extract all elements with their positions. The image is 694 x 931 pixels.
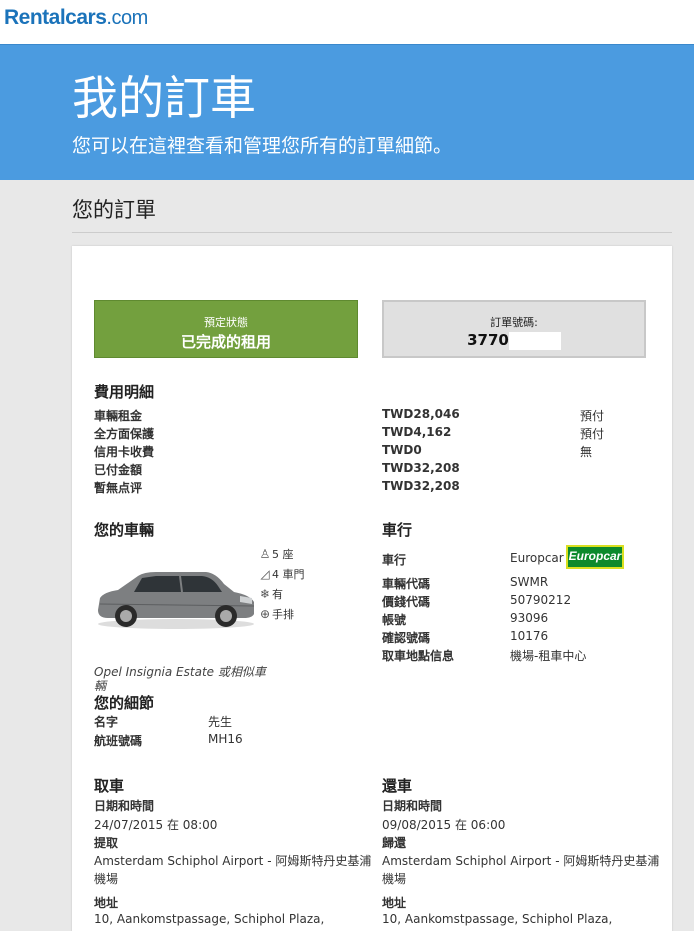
- page-title: 我的訂車: [72, 71, 256, 125]
- vehicle-heading: 您的車輛: [94, 521, 155, 539]
- page-subtitle: 您可以在這裡查看和管理您所有的訂單細節。: [72, 135, 453, 157]
- dropoff-address: 10, Aankomstpassage, Schiphol Plaza,: [382, 912, 613, 926]
- supplier-label: 帳號: [382, 613, 407, 627]
- order-number-redaction: [508, 331, 561, 350]
- pickup-place: Amsterdam Schiphol Airport - 阿姆斯特丹史基浦: [94, 854, 372, 868]
- order-number-box: 訂單號碼: 3770: [382, 300, 646, 358]
- section-divider: [72, 232, 672, 233]
- supplier-value: 50790212: [510, 593, 572, 607]
- rentalcars-logo[interactable]: Rentalcars.com: [4, 6, 148, 30]
- order-number-label: 訂單號碼:: [490, 316, 538, 329]
- car-image: [98, 572, 255, 629]
- section-title: 您的訂單: [72, 198, 156, 222]
- dropoff-place-cont: 機場: [382, 872, 407, 886]
- dropoff-datetime-label: 日期和時間: [382, 799, 443, 813]
- pickup-place-cont: 機場: [94, 872, 119, 886]
- cost-note: 預付: [580, 427, 605, 441]
- order-number-value: 3770: [467, 331, 509, 349]
- pickup-address: 10, Aankomstpassage, Schiphol Plaza,: [94, 912, 325, 926]
- cost-name: 信用卡收費: [94, 445, 155, 459]
- supplier-label: 取車地點信息: [382, 649, 455, 663]
- cost-amount: TWD32,208: [382, 461, 460, 475]
- status-label: 預定狀態: [204, 316, 248, 329]
- booking-status-button[interactable]: 預定狀態 已完成的租用: [94, 300, 358, 358]
- pickup-datetime: 24/07/2015 在 08:00: [94, 818, 218, 832]
- supplier-label: 確認號碼: [382, 631, 431, 645]
- top-bar: Rentalcars.com: [0, 0, 694, 44]
- seats-spec: ♙ 5 座: [259, 547, 294, 561]
- dropoff-address-label: 地址: [382, 896, 407, 910]
- cost-amount: TWD0: [382, 443, 422, 457]
- car-door-icon: ◿: [260, 567, 270, 581]
- detail-label: 名字: [94, 715, 119, 729]
- pickup-datetime-label: 日期和時間: [94, 799, 155, 813]
- person-icon: ♙: [259, 547, 271, 561]
- logo-text: Rentalcars: [4, 6, 107, 29]
- supplier-value: Europcar: [510, 551, 564, 565]
- cost-amount: TWD4,162: [382, 425, 452, 439]
- dropoff-heading: 還車: [382, 777, 413, 795]
- pickup-place-label: 提取: [94, 836, 119, 850]
- details-heading: 您的細節: [94, 694, 155, 712]
- cost-name: 車輛租金: [94, 409, 143, 423]
- cost-amount: TWD28,046: [382, 407, 460, 421]
- supplier-value: 10176: [510, 629, 549, 643]
- transmission-spec: ⊕ 手排: [259, 607, 294, 621]
- cost-note: 預付: [580, 409, 605, 423]
- cost-name: 暫無点评: [94, 481, 143, 495]
- logo-domain: .com: [106, 7, 148, 29]
- detail-label: 航班號碼: [94, 734, 143, 748]
- detail-value: 先生: [208, 715, 233, 729]
- hero-banner: 我的訂車 您可以在這裡查看和管理您所有的訂單細節。: [0, 44, 694, 180]
- dropoff-place-label: 歸還: [382, 836, 407, 850]
- ac-spec: ❄ 有: [259, 587, 283, 601]
- cost-name: 已付金額: [94, 463, 143, 477]
- cost-note: 無: [580, 445, 593, 459]
- dropoff-place: Amsterdam Schiphol Airport - 阿姆斯特丹史基浦: [382, 854, 660, 868]
- pickup-address-label: 地址: [94, 896, 119, 910]
- costs-heading: 費用明細: [94, 383, 155, 401]
- supplier-value: SWMR: [510, 575, 549, 589]
- detail-value: MH16: [208, 732, 243, 746]
- supplier-label: 價錢代碼: [382, 595, 431, 609]
- snowflake-icon: ❄: [259, 587, 271, 601]
- status-value: 已完成的租用: [180, 333, 271, 351]
- supplier-label: 車輛代碼: [382, 577, 431, 591]
- supplier-value: 93096: [510, 611, 549, 625]
- cost-amount: TWD32,208: [382, 479, 460, 493]
- pickup-heading: 取車: [94, 777, 125, 795]
- gearbox-icon: ⊕: [259, 607, 271, 621]
- cost-name: 全方面保護: [94, 427, 155, 441]
- dropoff-datetime: 09/08/2015 在 06:00: [382, 818, 506, 832]
- doors-spec: ◿ 4 車門: [258, 566, 304, 582]
- supplier-heading: 車行: [382, 521, 413, 539]
- booking-card: 預定狀態 已完成的租用 訂單號碼: 3770 費用明細 車輛租金 TWD28,0…: [72, 246, 672, 931]
- supplier-value: 機場-租車中心: [510, 649, 587, 663]
- car-name: Opel Insignia Estate 或相似車 輛: [94, 665, 266, 693]
- supplier-label: 車行: [382, 553, 407, 567]
- europcar-logo: Europcar: [566, 545, 624, 569]
